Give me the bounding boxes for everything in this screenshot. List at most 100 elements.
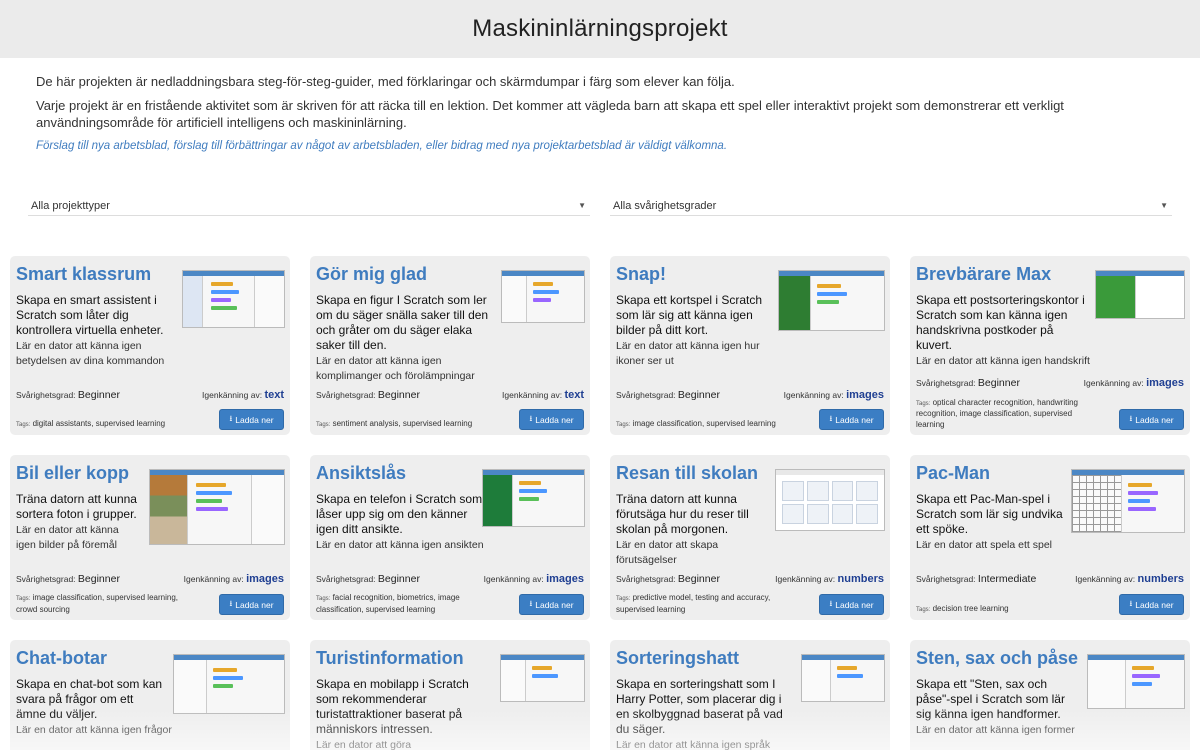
project-learning: Lär en dator att känna igen frågor bbox=[16, 724, 172, 736]
screenshot-thumbnail bbox=[500, 654, 585, 702]
project-description: Skapa en telefon i Scratch som låser upp… bbox=[316, 492, 483, 536]
download-icon: ⭳ bbox=[1129, 413, 1133, 423]
project-type-select[interactable]: Alla projekttyper ▼ bbox=[28, 196, 590, 216]
project-footer: Tags: sentiment analysis, supervised lea… bbox=[316, 409, 584, 430]
recognition-label: Igenkänning av: bbox=[783, 390, 844, 400]
recognition-type: numbers bbox=[837, 573, 884, 585]
difficulty-label: Svårighetsgrad: bbox=[16, 574, 76, 584]
project-meta: Svårighetsgrad: Beginner Igenkänning av:… bbox=[616, 389, 884, 401]
project-grid: Smart klassrum Skapa en smart assistent … bbox=[10, 256, 1190, 750]
project-card: Smart klassrum Skapa en smart assistent … bbox=[10, 256, 290, 435]
project-footer: Tags: predictive model, testing and accu… bbox=[616, 593, 884, 615]
download-button[interactable]: ⭳ Ladda ner bbox=[1119, 409, 1184, 430]
recognition-type: images bbox=[246, 573, 284, 585]
difficulty-value: Beginner bbox=[977, 377, 1020, 389]
difficulty-label: Svårighetsgrad: bbox=[616, 390, 676, 400]
screenshot-thumbnail bbox=[1071, 469, 1185, 533]
caret-down-icon: ▼ bbox=[1160, 201, 1168, 210]
difficulty-value: Beginner bbox=[377, 389, 420, 401]
project-learning: Lär en dator att känna igen komplimanger… bbox=[316, 355, 475, 382]
project-footer: Tags: image classification, supervised l… bbox=[16, 593, 284, 615]
project-footer: Tags: decision tree learning ⭳ Ladda ner bbox=[916, 594, 1184, 615]
screenshot-thumbnail bbox=[501, 270, 585, 323]
screenshot-thumbnail bbox=[1095, 270, 1185, 319]
screenshot-thumbnail bbox=[482, 469, 585, 527]
download-button[interactable]: ⭳ Ladda ner bbox=[1119, 594, 1184, 615]
recognition-type: text bbox=[564, 389, 584, 401]
tags-label: Tags: bbox=[916, 400, 931, 407]
download-label: Ladda ner bbox=[235, 414, 274, 425]
project-card: Resan till skolan Träna datorn att kunna… bbox=[610, 455, 890, 620]
project-learning: Lär en dator att göra rekommendationer bbox=[316, 739, 412, 750]
difficulty-value: Beginner bbox=[77, 573, 120, 585]
intro: De här projekten är nedladdningsbara ste… bbox=[0, 58, 1200, 155]
tags-label: Tags: bbox=[316, 421, 331, 428]
screenshot-thumbnail bbox=[801, 654, 885, 702]
project-learning: Lär en dator att känna igen handskrift bbox=[916, 355, 1090, 367]
project-learning: Lär en dator att känna igen betydelsen a… bbox=[16, 340, 165, 367]
difficulty-value: Beginner bbox=[677, 389, 720, 401]
project-description: Skapa ett "Sten, sax och påse"-spel i Sc… bbox=[916, 677, 1065, 721]
project-learning: Lär en dator att känna igen hur ikoner s… bbox=[616, 340, 760, 367]
recognition-type: numbers bbox=[1137, 573, 1184, 585]
project-description: Skapa ett Pac-Man-spel i Scratch som lär… bbox=[916, 492, 1063, 536]
project-tags: image classification, supervised learnin… bbox=[16, 593, 178, 614]
recognition-label: Igenkänning av: bbox=[775, 574, 836, 584]
project-tags: optical character recognition, handwriti… bbox=[916, 397, 1078, 429]
contribution-note[interactable]: Förslag till nya arbetsblad, förslag til… bbox=[36, 138, 1164, 155]
project-card: Pac-Man Skapa ett Pac-Man-spel i Scratch… bbox=[910, 455, 1190, 620]
recognition-type: text bbox=[264, 389, 284, 401]
project-meta: Svårighetsgrad: Beginner Igenkänning av:… bbox=[16, 573, 284, 585]
tags-label: Tags: bbox=[16, 421, 31, 428]
filters: Alla projekttyper ▼ Alla svårighetsgrade… bbox=[28, 196, 1172, 216]
project-meta: Svårighetsgrad: Beginner Igenkänning av:… bbox=[316, 389, 584, 401]
project-description: Skapa en figur I Scratch som ler om du s… bbox=[316, 293, 489, 352]
project-description: Skapa en chat-bot som kan svara på frågo… bbox=[16, 677, 163, 721]
project-tags: digital assistants, supervised learning bbox=[32, 418, 166, 428]
project-card: Chat-botar Skapa en chat-bot som kan sva… bbox=[10, 640, 290, 750]
difficulty-label: Svårighetsgrad: bbox=[316, 574, 376, 584]
project-footer: Tags: facial recognition, biometrics, im… bbox=[316, 593, 584, 615]
project-learning: Lär en dator att känna igen bilder på fö… bbox=[16, 524, 119, 551]
project-card: Sorteringshatt Skapa en sorteringshatt s… bbox=[610, 640, 890, 750]
download-button[interactable]: ⭳ Ladda ner bbox=[819, 409, 884, 430]
project-card: Sten, sax och påse Skapa ett "Sten, sax … bbox=[910, 640, 1190, 750]
difficulty-select[interactable]: Alla svårighetsgrader ▼ bbox=[610, 196, 1172, 216]
tags-label: Tags: bbox=[616, 421, 631, 428]
recognition-label: Igenkänning av: bbox=[502, 390, 563, 400]
caret-down-icon: ▼ bbox=[578, 201, 586, 210]
difficulty-label: Svårighetsgrad: bbox=[316, 390, 376, 400]
download-icon: ⭳ bbox=[529, 413, 533, 423]
project-meta: Svårighetsgrad: Beginner Igenkänning av:… bbox=[316, 573, 584, 585]
project-learning: Lär en dator att känna igen ansikten bbox=[316, 539, 484, 551]
project-learning: Lär en dator att spela ett spel bbox=[916, 539, 1053, 551]
download-button[interactable]: ⭳ Ladda ner bbox=[819, 594, 884, 615]
download-icon: ⭳ bbox=[229, 413, 233, 423]
download-button[interactable]: ⭳ Ladda ner bbox=[519, 594, 584, 615]
download-button[interactable]: ⭳ Ladda ner bbox=[219, 594, 284, 615]
download-button[interactable]: ⭳ Ladda ner bbox=[519, 409, 584, 430]
tags-label: Tags: bbox=[616, 596, 631, 602]
download-label: Ladda ner bbox=[835, 599, 874, 610]
project-footer: Tags: optical character recognition, han… bbox=[916, 397, 1184, 430]
screenshot-thumbnail bbox=[182, 270, 285, 328]
screenshot-thumbnail bbox=[1087, 654, 1185, 709]
tags-label: Tags: bbox=[916, 606, 931, 613]
screenshot-thumbnail bbox=[149, 469, 285, 545]
project-card: Turistinformation Skapa en mobilapp i Sc… bbox=[310, 640, 590, 750]
project-meta: Svårighetsgrad: Beginner Igenkänning av:… bbox=[16, 389, 284, 401]
intro-paragraph-1: De här projekten är nedladdningsbara ste… bbox=[36, 74, 735, 89]
download-button[interactable]: ⭳ Ladda ner bbox=[219, 409, 284, 430]
screenshot-thumbnail bbox=[775, 469, 885, 531]
screenshot-thumbnail bbox=[778, 270, 885, 331]
download-icon: ⭳ bbox=[829, 598, 833, 608]
project-footer: Tags: image classification, supervised l… bbox=[616, 409, 884, 430]
project-meta: Svårighetsgrad: Intermediate Igenkänning… bbox=[916, 573, 1184, 585]
difficulty-value: Beginner bbox=[377, 573, 420, 585]
difficulty-label: Svårighetsgrad: bbox=[916, 378, 976, 388]
project-meta: Svårighetsgrad: Beginner Igenkänning av:… bbox=[616, 573, 884, 585]
recognition-label: Igenkänning av: bbox=[1075, 574, 1136, 584]
download-icon: ⭳ bbox=[529, 598, 533, 608]
difficulty-value: Beginner bbox=[77, 389, 120, 401]
recognition-label: Igenkänning av: bbox=[183, 574, 244, 584]
